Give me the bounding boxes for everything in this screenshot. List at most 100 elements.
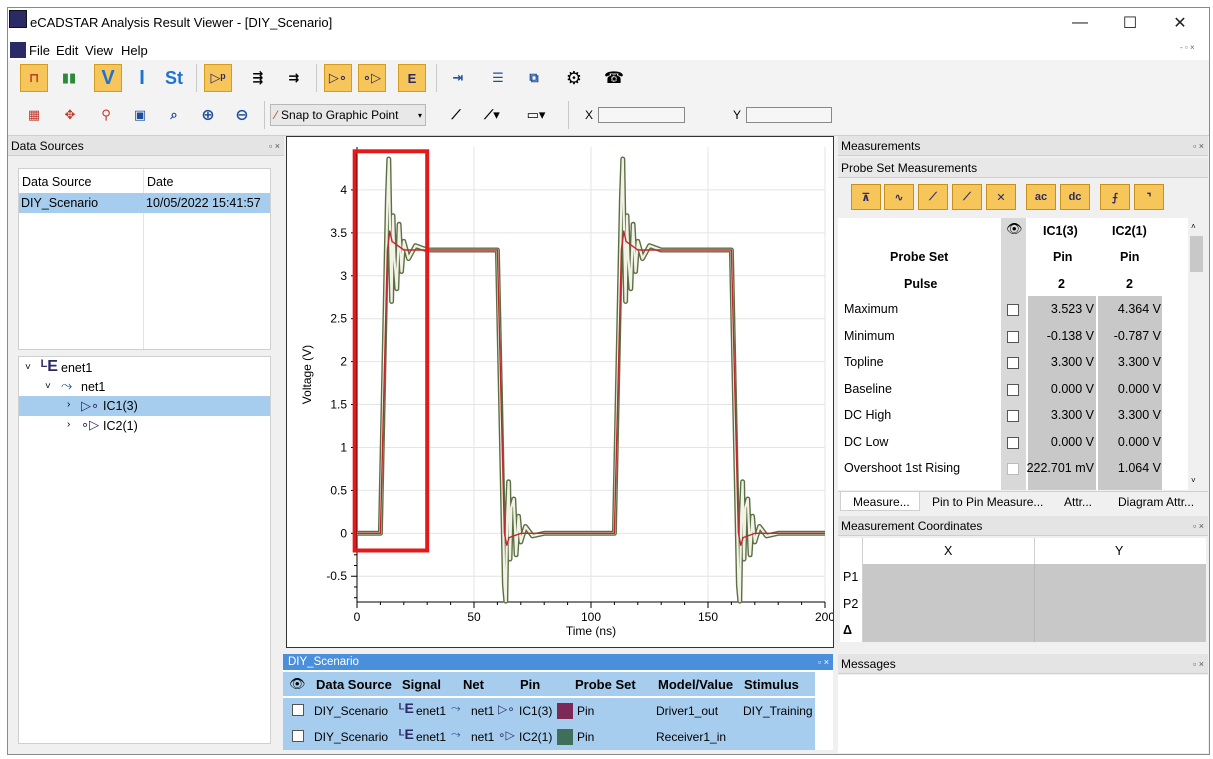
panel-pin-icon[interactable]: ▫ × [1193, 654, 1204, 674]
voltage-toggle[interactable]: V [94, 64, 122, 92]
maximum-icon[interactable]: ⊼ [851, 184, 881, 210]
menu-view[interactable]: View [85, 43, 113, 58]
ic1-color-swatch[interactable] [557, 703, 573, 719]
panel-pin-icon[interactable]: ▫ × [1193, 136, 1204, 156]
measurement-checkbox[interactable] [1007, 357, 1019, 369]
zoom-window-icon[interactable]: ⌕ [160, 101, 188, 129]
tab-pin-to-pin[interactable]: Pin to Pin Measure... [932, 495, 1043, 509]
measurement-checkbox[interactable] [1007, 383, 1019, 396]
coords-table: X Y P1 P2 Δ [840, 538, 1206, 642]
menu-edit[interactable]: Edit [56, 43, 78, 58]
receiver-probe-icon[interactable]: ∘▷ [358, 64, 386, 92]
row-source: DIY_Scenario [314, 704, 389, 718]
tree-enet[interactable]: enet1 [61, 361, 92, 375]
table-row[interactable]: DIY_Scenario ᴸE enet1 ⤳ net1 ▷∘ IC1(3) P… [283, 698, 815, 724]
col-header-probe: Probe Set [575, 677, 636, 692]
import-icon[interactable]: ☰ [484, 64, 512, 92]
measurement-ic1-value: 222.701 mV [1026, 461, 1094, 475]
measurement-ic2-value: 3.300 V [1117, 355, 1161, 369]
measurement-ic2-value: 4.364 V [1117, 302, 1161, 316]
col-ic2: IC2(1) [1112, 224, 1147, 238]
minimize-button[interactable]: — [1057, 8, 1103, 38]
driver-probe-icon[interactable]: ▷∘ [324, 64, 352, 92]
rise-icon[interactable]: ⟋ [918, 184, 948, 210]
col-header-net: Net [463, 677, 484, 692]
x-coordinate-input[interactable] [598, 107, 685, 123]
tab-measure[interactable]: Measure... [840, 492, 920, 511]
maximize-button[interactable]: ☐ [1107, 8, 1153, 38]
measurement-checkbox[interactable] [1007, 463, 1019, 475]
minimum-icon[interactable]: ∿ [884, 184, 914, 210]
tree-ic2-label[interactable]: IC2(1) [103, 419, 138, 433]
probe-icon[interactable]: ▷ᵖ [204, 64, 232, 92]
table-row[interactable]: DIY_Scenario 10/05/2022 15:41:57 [19, 193, 270, 213]
chart-canvas[interactable]: 0 50 100 150 200 -0.5 0 0.5 1 1.5 2 2.5 3 3.5 4 Time (n… [287, 137, 833, 647]
waveform-time-icon[interactable]: ⊓ [20, 64, 48, 92]
crossing-icon[interactable]: ✕ [986, 184, 1016, 210]
ruler-icon[interactable]: ⟋ [442, 101, 470, 129]
measure-icon[interactable]: ⟋▾ [478, 101, 506, 129]
zoom-point-icon[interactable]: ⚲ [92, 101, 120, 129]
eye-icon[interactable]: 👁 [289, 676, 306, 692]
zoom-out-icon[interactable]: ⊖ [228, 101, 256, 129]
stimulus-toggle[interactable]: St [160, 64, 188, 92]
mdi-controls[interactable]: - ▫ × [1180, 43, 1195, 52]
receiver-icon[interactable]: ⇉ [280, 64, 308, 92]
expand-arrow-icon[interactable]: › [67, 419, 70, 430]
x-tick-label: 0 [354, 610, 361, 624]
visibility-checkbox[interactable] [292, 730, 304, 742]
document-icon[interactable] [10, 42, 26, 58]
snap-dropdown[interactable]: ⁄ Snap to Graphic Point ▾ [270, 104, 426, 126]
tab-attr[interactable]: Attr... [1064, 495, 1092, 509]
driver-pin-icon: ▷∘ [498, 702, 515, 716]
measurement-scrollbar[interactable]: ˄ ˅ [1188, 218, 1205, 490]
ac-button[interactable]: ac [1026, 184, 1056, 210]
zoom-box-icon[interactable]: ✥ [56, 101, 84, 129]
measurement-checkbox[interactable] [1007, 410, 1019, 422]
zoom-all-icon[interactable]: ▣ [126, 101, 154, 129]
scrollbar-thumb[interactable] [1190, 236, 1203, 272]
eye-icon[interactable]: 👁 [1006, 221, 1023, 237]
menu-help[interactable]: Help [121, 43, 148, 58]
dc-button[interactable]: dc [1060, 184, 1090, 210]
enet-icon[interactable]: E [398, 64, 426, 92]
y-tick-label: 1.5 [330, 398, 347, 412]
menu-file[interactable]: File [29, 43, 50, 58]
marker-icon[interactable]: ▭▾ [522, 101, 550, 129]
x-tick-label: 150 [698, 610, 718, 624]
panel-pin-icon[interactable]: ▫ × [269, 136, 280, 156]
rising-edge-icon[interactable]: ⨍ [1100, 184, 1130, 210]
measurement-checkbox[interactable] [1007, 436, 1019, 449]
tab-diagram-attr[interactable]: Diagram Attr... [1118, 495, 1194, 509]
measurement-checkbox[interactable] [1007, 330, 1019, 343]
copy-icon[interactable]: ⧉ [520, 64, 548, 92]
waveform-chart[interactable]: 0 50 100 150 200 -0.5 0 0.5 1 1.5 2 2.5 3 3.5 4 Time (n… [286, 136, 834, 648]
zoom-in-icon[interactable]: ⊕ [194, 101, 222, 129]
measurement-checkbox[interactable] [1007, 304, 1019, 316]
panel-pin-icon[interactable]: ▫ × [818, 654, 829, 670]
visibility-checkbox[interactable] [292, 704, 304, 716]
messages-title: Messages [841, 657, 896, 671]
driver-icon[interactable]: ⇶ [244, 64, 272, 92]
histogram-icon[interactable]: ▮▮ [55, 64, 83, 92]
ic2-color-swatch[interactable] [557, 729, 573, 745]
y-coordinate-input[interactable] [746, 107, 832, 123]
tree-net[interactable]: net1 [81, 380, 105, 394]
fall-icon[interactable]: ⟋ [952, 184, 982, 210]
current-toggle[interactable]: I [128, 64, 156, 92]
scroll-up-icon[interactable]: ˄ [1191, 222, 1196, 231]
tree-item-ic1[interactable]: › ▷∘ IC1(3) [19, 396, 270, 416]
scroll-down-icon[interactable]: ˅ [1191, 476, 1196, 485]
zoom-fit-icon[interactable]: ▦ [20, 101, 48, 129]
table-row[interactable]: DIY_Scenario ᴸE enet1 ⤳ net1 ∘▷ IC2(1) P… [283, 724, 815, 750]
coord-row-delta: Δ [843, 623, 852, 637]
falling-edge-icon[interactable]: ⌝ [1134, 184, 1164, 210]
export-icon[interactable]: ⇥ [444, 64, 472, 92]
settings-icon[interactable]: ⚙ [560, 64, 588, 92]
close-button[interactable]: ✕ [1157, 8, 1203, 38]
collapse-arrow-icon[interactable]: ˅ [25, 362, 31, 373]
panel-pin-icon[interactable]: ▫ × [1193, 516, 1204, 536]
collapse-arrow-icon[interactable]: ˅ [45, 381, 51, 392]
expand-arrow-icon[interactable]: › [67, 399, 70, 410]
phone-icon[interactable]: ☎ [600, 64, 628, 92]
